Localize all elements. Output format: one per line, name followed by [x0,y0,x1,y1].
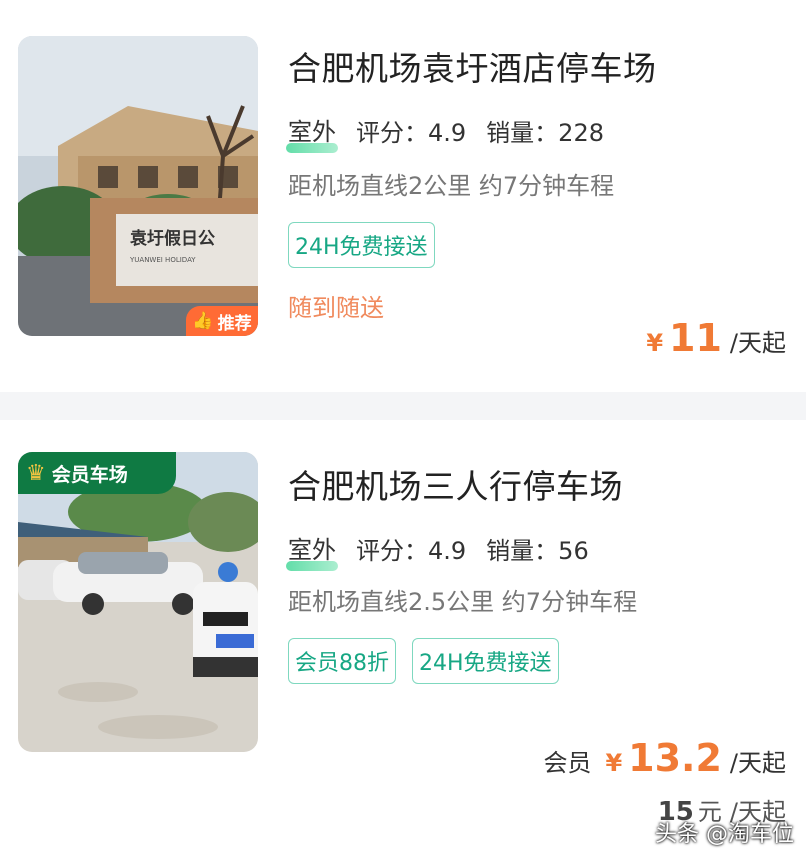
rating: 评分：4.9 [356,537,467,565]
location-type: 室外 [286,530,338,571]
member-price-display: 会员 ¥ 13.2 /天起 [543,736,786,780]
member-badge-label: 会员车场 [51,463,128,486]
hotel-photo-illustration: 袁圩假日公 YUANWEI HOLIDAY [18,36,258,336]
parking-lot-photo[interactable]: ♛ 会员车场 [18,452,258,752]
extra-note: 随到随送 [288,294,384,322]
recommend-badge: 👍 推荐 [186,306,258,336]
member-parking-badge: ♛ 会员车场 [18,452,176,494]
crown-icon: ♛ [26,460,46,486]
price-unit: /天起 [729,329,786,357]
price-unit: /天起 [729,749,786,777]
member-price-amount: 13.2 [628,736,722,780]
listing-meta-row: 室外 评分：4.9 销量：56 [286,530,589,571]
distance-info: 距机场直线2.5公里 约7分钟车程 [288,588,638,616]
listing-meta-row: 室外 评分：4.9 销量：228 [286,112,604,153]
thumbs-up-icon: 👍 [192,311,214,331]
parking-lot-illustration [18,452,258,752]
sales-count: 销量：56 [486,537,589,565]
parking-listing-card[interactable]: ♛ 会员车场 合肥机场三人行停车场 室外 评分：4.9 销量：56 距机场直线2… [0,420,806,860]
tag-free-shuttle: 24H免费接送 [412,638,559,684]
tag-free-shuttle: 24H免费接送 [288,222,435,268]
price-amount: 11 [669,316,722,360]
listing-title[interactable]: 合肥机场三人行停车场 [288,460,623,508]
price-display: ¥ 11 /天起 [646,316,786,360]
tag-member-discount: 会员88折 [288,638,396,684]
tag-list: 会员88折 24H免费接送 [288,638,559,684]
recommend-badge-label: 推荐 [217,313,252,334]
location-type: 室外 [286,112,338,153]
source-watermark: 头条 @淘车位 [655,822,794,847]
tag-list: 24H免费接送 [288,222,435,268]
rating: 评分：4.9 [356,119,467,147]
sign-subtext: YUANWEI HOLIDAY [129,256,196,264]
currency-symbol: ¥ [605,749,623,777]
distance-info: 距机场直线2公里 约7分钟车程 [288,172,615,200]
sign-text: 袁圩假日公 [129,228,215,249]
currency-symbol: ¥ [646,329,664,357]
sales-count: 销量：228 [486,119,604,147]
parking-listing-card[interactable]: 袁圩假日公 YUANWEI HOLIDAY 👍 推荐 合肥机场袁圩酒店停车场 室… [0,0,806,392]
member-price-label: 会员 [543,749,592,777]
parking-lot-photo[interactable]: 袁圩假日公 YUANWEI HOLIDAY 👍 推荐 [18,36,258,336]
listing-title[interactable]: 合肥机场袁圩酒店停车场 [288,42,657,90]
